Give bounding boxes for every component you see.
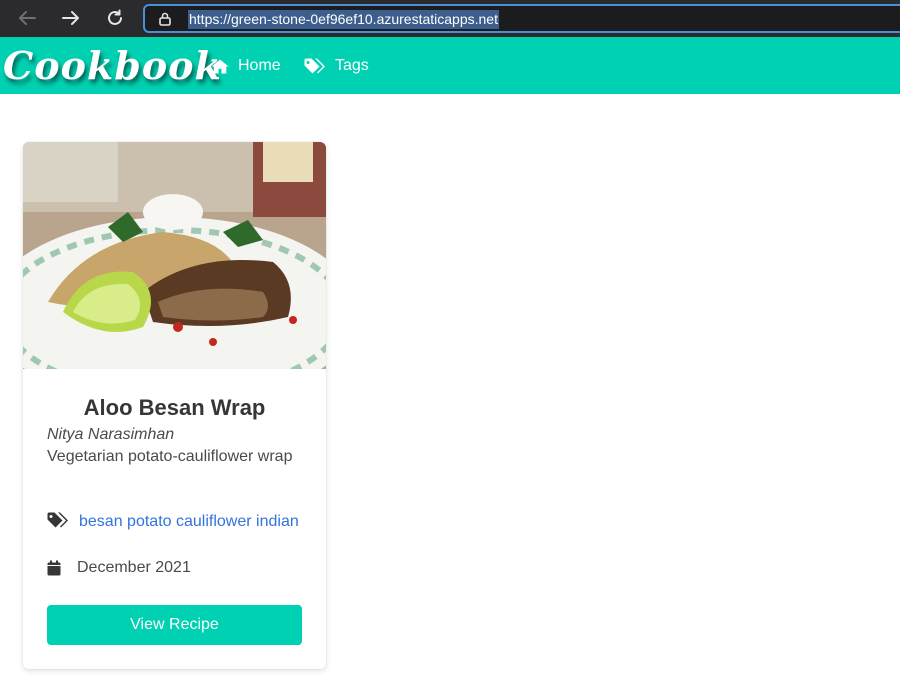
browser-toolbar: https://green-stone-0ef96ef10.azurestati… xyxy=(0,0,900,37)
food-photo xyxy=(23,142,326,369)
recipe-description: Vegetarian potato-cauliflower wrap xyxy=(47,448,293,465)
back-arrow-icon[interactable] xyxy=(14,6,40,30)
nav-item-home[interactable]: Home xyxy=(211,55,281,77)
lock-icon xyxy=(159,12,171,31)
view-recipe-button[interactable]: View Recipe xyxy=(47,605,302,645)
site-navbar: Cookbook Home Tags xyxy=(0,37,900,94)
tag-link-potato[interactable]: potato xyxy=(127,513,171,530)
tags-icon xyxy=(47,512,69,537)
nav-item-label: Home xyxy=(238,57,281,74)
recipe-author: Nitya Narasimhan xyxy=(47,426,175,443)
tag-link-besan[interactable]: besan xyxy=(79,513,123,530)
calendar-icon xyxy=(47,560,61,576)
tags-icon xyxy=(304,58,326,75)
tag-link-cauliflower[interactable]: cauliflower xyxy=(176,513,252,530)
brand-logo[interactable]: Cookbook xyxy=(3,43,222,88)
nav-item-tags[interactable]: Tags xyxy=(304,55,369,77)
recipe-title: Aloo Besan Wrap xyxy=(83,395,266,420)
recipe-date-text: December 2021 xyxy=(77,559,191,576)
recipe-card: Aloo Besan Wrap Nitya Narasimhan Vegetar… xyxy=(23,142,326,669)
forward-arrow-icon[interactable] xyxy=(58,6,84,30)
tag-link-indian[interactable]: indian xyxy=(256,513,299,530)
recipe-image[interactable] xyxy=(23,142,326,369)
url-text[interactable]: https://green-stone-0ef96ef10.azurestati… xyxy=(188,10,499,29)
reload-icon[interactable] xyxy=(102,6,128,30)
address-bar[interactable]: https://green-stone-0ef96ef10.azurestati… xyxy=(143,4,900,33)
recipe-date: December 2021 xyxy=(47,558,191,578)
nav-item-label: Tags xyxy=(335,57,369,74)
recipe-tags: besan potato cauliflower indian xyxy=(47,510,307,537)
home-icon xyxy=(211,59,229,74)
